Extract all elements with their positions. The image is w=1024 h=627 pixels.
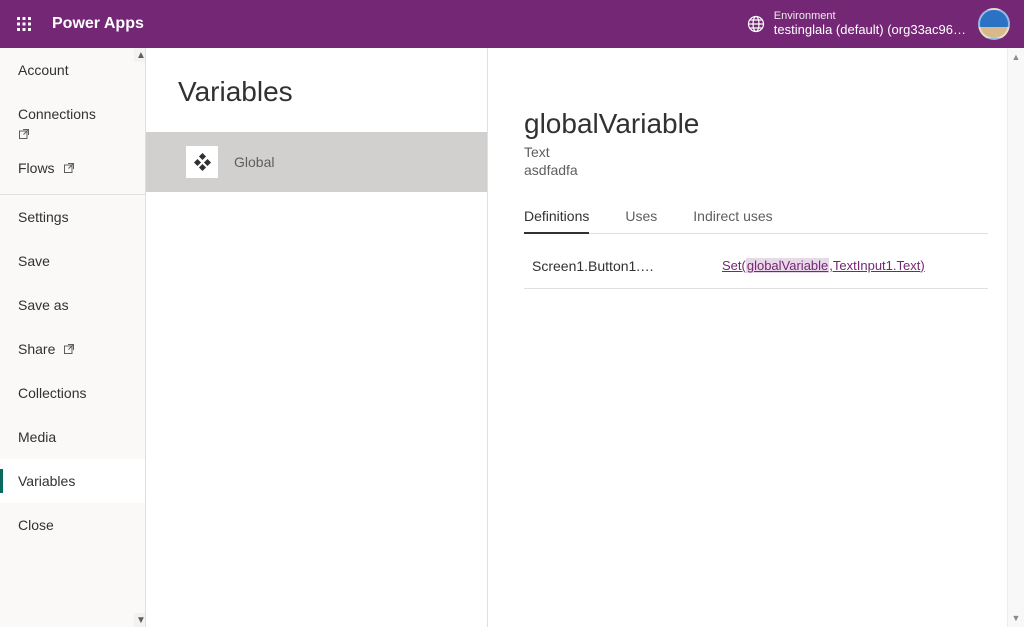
tab-definitions[interactable]: Definitions	[524, 208, 589, 234]
sidebar-item-label: Connections	[18, 106, 96, 122]
environment-picker[interactable]: Environment testinglala (default) (org33…	[746, 10, 966, 38]
sidebar-item-label: Share	[18, 341, 55, 357]
sidebar-item-label: Variables	[18, 473, 75, 489]
waffle-icon[interactable]	[8, 8, 40, 40]
app-brand: Power Apps	[52, 15, 144, 33]
scroll-down-icon[interactable]: ▼	[134, 613, 146, 627]
definition-row[interactable]: Screen1.Button1.… Set(globalVariable,Tex…	[524, 250, 988, 289]
environment-name: testinglala (default) (org33ac96…	[774, 23, 966, 38]
sidebar-item-account[interactable]: Account	[0, 48, 145, 92]
external-link-icon	[63, 343, 75, 355]
sidebar-item-flows[interactable]: Flows	[0, 146, 145, 190]
sidebar-item-label: Close	[18, 517, 54, 533]
environment-label: Environment	[774, 10, 966, 23]
sidebar-item-close[interactable]: Close	[0, 503, 145, 547]
formula-variable: globalVariable	[746, 258, 829, 273]
variable-name: globalVariable	[524, 108, 988, 140]
app-header: Power Apps Environment testinglala (defa…	[0, 0, 1024, 48]
page-scrollbar[interactable]: ▲ ▼	[1007, 48, 1024, 627]
sidebar-item-settings[interactable]: Settings	[0, 195, 145, 239]
detail-tabs: Definitions Uses Indirect uses	[524, 208, 988, 234]
variable-type: Text	[524, 144, 988, 160]
sidebar-item-share[interactable]: Share	[0, 327, 145, 371]
formula-arg: TextInput1.Text	[833, 258, 920, 273]
scroll-up-icon[interactable]: ▲	[1008, 48, 1024, 66]
formula-close: )	[920, 258, 924, 273]
tab-indirect-uses[interactable]: Indirect uses	[693, 208, 772, 233]
sidebar-item-label: Flows	[18, 160, 55, 176]
variable-scope-global[interactable]: Global	[146, 132, 487, 192]
variable-scope-label: Global	[234, 154, 274, 170]
formula-func: Set(	[722, 258, 746, 273]
sidebar-item-connections[interactable]: Connections	[0, 92, 145, 146]
page-title: Variables	[146, 48, 487, 132]
sidebar-item-variables[interactable]: Variables	[0, 459, 145, 503]
sidebar-item-label: Save	[18, 253, 50, 269]
sidebar-item-save-as[interactable]: Save as	[0, 283, 145, 327]
sidebar: ▲ Account Connections Flows Settings	[0, 48, 146, 627]
sidebar-item-media[interactable]: Media	[0, 415, 145, 459]
diamond-icon	[186, 146, 218, 178]
globe-icon	[746, 14, 766, 34]
sidebar-item-label: Save as	[18, 297, 69, 313]
definition-formula[interactable]: Set(globalVariable,TextInput1.Text)	[722, 258, 925, 274]
scroll-down-icon[interactable]: ▼	[1008, 609, 1024, 627]
external-link-icon	[63, 162, 75, 174]
definition-location: Screen1.Button1.…	[532, 258, 692, 274]
tab-uses[interactable]: Uses	[625, 208, 657, 233]
sidebar-item-label: Collections	[18, 385, 86, 401]
variable-detail-panel: globalVariable Text asdfadfa Definitions…	[488, 48, 1024, 627]
external-link-icon	[18, 128, 30, 140]
sidebar-item-label: Account	[18, 62, 69, 78]
avatar[interactable]	[978, 8, 1010, 40]
sidebar-item-label: Media	[18, 429, 56, 445]
variable-list-panel: Variables Global	[146, 48, 488, 627]
sidebar-item-label: Settings	[18, 209, 69, 225]
variable-value: asdfadfa	[524, 162, 988, 178]
sidebar-item-collections[interactable]: Collections	[0, 371, 145, 415]
sidebar-item-save[interactable]: Save	[0, 239, 145, 283]
